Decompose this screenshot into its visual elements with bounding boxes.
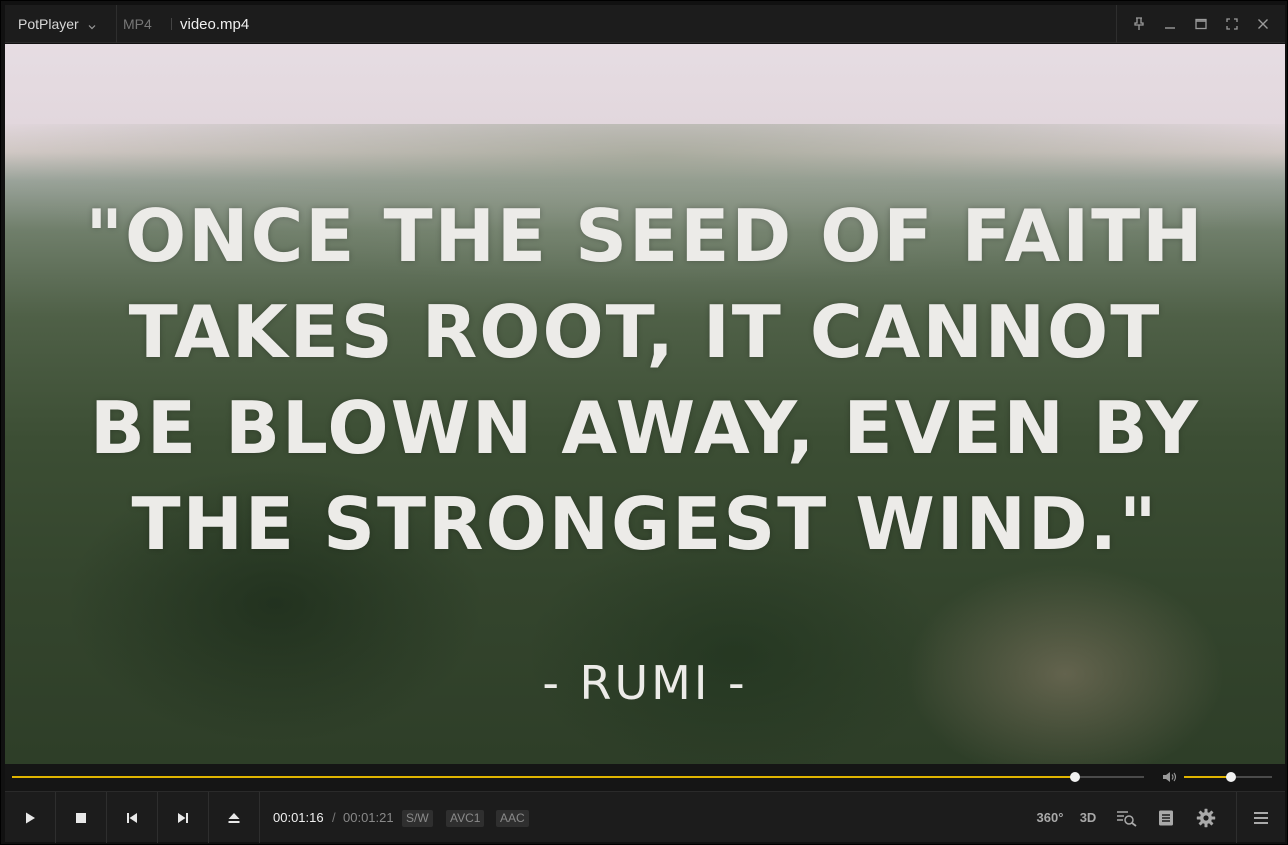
app-name: PotPlayer [18,16,79,32]
close-icon [1258,19,1269,29]
seek-row [5,764,1285,791]
stop-button[interactable] [56,792,107,843]
quote-line: "ONCE THE SEED OF FAITH [85,194,1205,278]
title-bar: PotPlayer MP4 video.mp4 [5,5,1285,43]
file-name: video.mp4 [180,15,250,33]
skip-next-icon [178,812,188,823]
video-codec-badge[interactable]: AVC1 [446,810,485,827]
volume-slider[interactable] [1184,772,1272,782]
search-subtitle-button[interactable] [1111,792,1143,843]
chevron-down-icon [87,19,97,30]
potplayer-window: PotPlayer MP4 video.mp4 "ONCE THE SEED O… [0,0,1288,845]
volume-level [1184,776,1231,778]
main-menu-button[interactable] [1236,792,1285,843]
gear-icon [1196,808,1216,827]
fullscreen-icon [1226,18,1238,30]
decoder-badge[interactable]: S/W [402,810,433,827]
play-icon [26,812,35,823]
minimize-button[interactable] [1158,12,1182,36]
eject-button[interactable] [209,792,260,843]
vr-360-button[interactable]: 360° [1034,792,1066,843]
time-separator: / [332,810,336,825]
settings-button[interactable] [1190,792,1222,843]
stop-icon [76,812,86,823]
skip-previous-icon [127,812,137,823]
playlist-button[interactable] [1150,792,1182,843]
maximize-button[interactable] [1189,12,1213,36]
fullscreen-button[interactable] [1220,12,1244,36]
next-button[interactable] [158,792,209,843]
3d-icon: 3D [1079,810,1097,825]
current-time: 00:01:16 [273,810,324,825]
speaker-icon [1163,772,1177,782]
pin-icon [1133,17,1144,30]
hamburger-menu-icon [1254,811,1268,824]
volume-button[interactable] [1161,769,1179,785]
video-display[interactable]: "ONCE THE SEED OF FAITH TAKES ROOT, IT C… [5,44,1285,764]
seek-bar-progress [12,776,1075,778]
total-time: 00:01:21 [343,810,394,825]
window-controls [1116,5,1285,43]
close-button[interactable] [1251,12,1275,36]
control-bar: 00:01:16 / 00:01:21 S/W AVC1 AAC 360° 3D [5,791,1285,843]
quote-author: - RUMI - [542,656,748,710]
volume-thumb[interactable] [1225,772,1236,782]
quote-line: TAKES ROOT, IT CANNOT [128,290,1162,374]
playlist-icon [1159,810,1173,825]
format-label: MP4 [123,16,152,32]
seek-bar-thumb[interactable] [1069,772,1080,782]
app-menu-button[interactable]: PotPlayer [5,5,117,43]
seek-bar[interactable] [12,772,1144,782]
eject-icon [228,812,240,823]
pin-button[interactable] [1127,12,1151,36]
play-button[interactable] [5,792,56,843]
audio-codec-badge[interactable]: AAC [496,810,529,827]
quote-line: BE BLOWN AWAY, EVEN BY [90,386,1200,470]
quote-line: THE STRONGEST WIND." [131,482,1159,566]
search-list-icon [1117,810,1137,827]
video-quote-text: "ONCE THE SEED OF FAITH TAKES ROOT, IT C… [5,188,1285,572]
maximize-icon [1195,18,1207,30]
title-separator [171,18,172,30]
3d-button[interactable]: 3D [1072,792,1104,843]
360-icon: 360° [1036,810,1064,825]
previous-button[interactable] [107,792,158,843]
minimize-icon [1164,27,1175,29]
